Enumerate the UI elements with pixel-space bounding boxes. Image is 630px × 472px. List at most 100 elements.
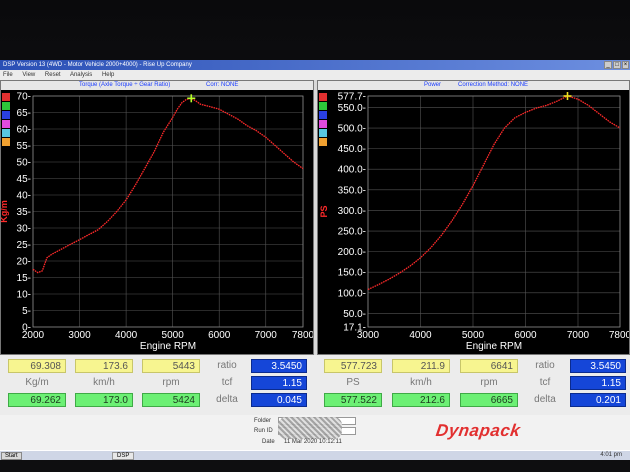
ratio-value[interactable]: 3.5450 (251, 359, 307, 373)
power-ratio-label: ratio (535, 360, 555, 371)
x-tick-label: 4000 (115, 330, 138, 341)
screen: DSP Version 13 (4WD - Motor Vehicle 2000… (0, 60, 630, 460)
y-tick-label: 550.0- (338, 103, 366, 114)
taskbar-item-dsp[interactable]: DSP (112, 452, 135, 460)
y-tick-label: 0- (22, 323, 31, 334)
y-tick-label: 200.0- (338, 247, 366, 258)
y-axis-title: PS (319, 205, 329, 217)
y-tick-label: 100.0- (338, 288, 366, 299)
dynapack-logo: Dynapack (434, 421, 522, 440)
power-chart[interactable]: 3000 4000 5000 6000 7000 780017.1-50.0-100.0-… (318, 90, 629, 354)
y-tick-label: 15- (17, 273, 31, 284)
y-tick-label: 70- (17, 92, 31, 103)
power-rpm-unit-label: rpm (480, 377, 498, 388)
y-tick-label: 300.0- (338, 206, 366, 217)
torque-panel-header: Torque (Axle Torque ÷ Gear Ratio) Corr: … (1, 81, 313, 90)
x-tick-label: 7800 (292, 330, 313, 341)
maximize-button[interactable]: □ (613, 61, 621, 69)
y-tick-label: 450.0- (338, 144, 366, 155)
run-id-label: Run ID (254, 428, 273, 434)
taskbar-clock: 4:01 pm (600, 452, 622, 458)
tcf-label: tcf (221, 377, 233, 388)
y-tick-label: 150.0- (338, 268, 366, 279)
power-speed-current-value: 212.6 (392, 393, 450, 407)
y-tick-label: 40- (17, 191, 31, 202)
x-tick-label: 6000 (514, 330, 537, 341)
x-tick-label: 5000 (162, 330, 185, 341)
menu-view[interactable]: View (22, 72, 35, 78)
x-tick-label: 4000 (409, 330, 432, 341)
torque-max-value: 69.308 (8, 359, 66, 373)
chart-gridlines (367, 95, 621, 328)
power-ratio-value[interactable]: 3.5450 (570, 359, 626, 373)
power-unit-label: PS (346, 377, 360, 388)
start-button[interactable]: Start (1, 452, 22, 460)
ratio-label: ratio (217, 360, 237, 371)
window-titlebar: DSP Version 13 (4WD - Motor Vehicle 2000… (0, 60, 630, 70)
y-tick-label: 577.7- (338, 92, 366, 103)
speed-current-value: 173.0 (75, 393, 133, 407)
window-title: DSP Version 13 (4WD - Motor Vehicle 2000… (3, 62, 192, 68)
y-tick-label: 17.1- (343, 323, 366, 334)
series-line (32, 97, 304, 274)
y-tick-label: 25- (17, 240, 31, 251)
delta-label: delta (216, 394, 238, 405)
menu-bar: File View Reset Analysis Help (0, 70, 630, 80)
y-tick-label: 250.0- (338, 227, 366, 238)
power-speed-max-value: 211.9 (392, 359, 450, 373)
power-tcf-label: tcf (539, 377, 551, 388)
power-chart-panel: Power Correction Method: NONE 3000 4000 50… (317, 80, 630, 355)
y-tick-label: 350.0- (338, 185, 366, 196)
rpm-unit-label: rpm (162, 377, 180, 388)
power-rpm-current-value: 6665 (460, 393, 518, 407)
y-axis-title: Kg/m (1, 200, 9, 223)
minimize-button[interactable]: _ (604, 61, 612, 69)
rpm-max-value: 5443 (142, 359, 200, 373)
torque-panel-correction: Corr: NONE (206, 82, 239, 88)
x-tick-label: 6000 (208, 330, 231, 341)
date-value: 11 Mar 2020 10:12:11 (284, 439, 342, 445)
taskbar: Start DSP 4:01 pm (0, 450, 630, 460)
power-panel-header: Power Correction Method: NONE (318, 81, 629, 90)
torque-unit-label: Kg/m (25, 377, 49, 388)
chart-gridlines (32, 95, 304, 328)
torque-current-value: 69.262 (8, 393, 66, 407)
power-rpm-max-value: 6641 (460, 359, 518, 373)
date-label: Date (262, 439, 275, 445)
close-button[interactable]: × (622, 61, 629, 69)
power-speed-unit-label: km/h (410, 377, 432, 388)
y-tick-label: 45- (17, 174, 31, 185)
y-tick-label: 35- (17, 207, 31, 218)
y-tick-label: 30- (17, 224, 31, 235)
y-tick-label: 50.0- (343, 309, 366, 320)
delta-value[interactable]: 0.045 (251, 393, 307, 407)
power-delta-value[interactable]: 0.201 (570, 393, 626, 407)
y-tick-label: 400.0- (338, 165, 366, 176)
x-tick-label: 5000 (462, 330, 485, 341)
rpm-current-value: 5424 (142, 393, 200, 407)
menu-analysis[interactable]: Analysis (70, 72, 92, 78)
menu-help[interactable]: Help (102, 72, 114, 78)
menu-reset[interactable]: Reset (45, 72, 61, 78)
power-delta-label: delta (534, 394, 556, 405)
plot-frame (367, 95, 621, 328)
x-tick-label: 7800 (609, 330, 629, 341)
y-tick-label: 10- (17, 290, 31, 301)
menu-file[interactable]: File (3, 72, 13, 78)
x-axis-title: Engine RPM (140, 341, 196, 352)
torque-chart[interactable]: 2000 3000 4000 5000 6000 7000 78000-5-10-15-20… (1, 90, 313, 354)
torque-chart-panel: Torque (Axle Torque ÷ Gear Ratio) Corr: … (0, 80, 314, 355)
power-tcf-value[interactable]: 1.15 (570, 376, 626, 390)
series-line (367, 95, 621, 291)
redacted-info (278, 417, 342, 439)
y-tick-label: 500.0- (338, 124, 366, 135)
tcf-value[interactable]: 1.15 (251, 376, 307, 390)
y-tick-label: 20- (17, 257, 31, 268)
power-current-value: 577.522 (324, 393, 382, 407)
y-tick-label: 55- (17, 141, 31, 152)
y-tick-label: 5- (22, 306, 31, 317)
speed-unit-label: km/h (93, 377, 115, 388)
y-tick-label: 50- (17, 158, 31, 169)
y-tick-label: 60- (17, 125, 31, 136)
power-max-value: 577.723 (324, 359, 382, 373)
